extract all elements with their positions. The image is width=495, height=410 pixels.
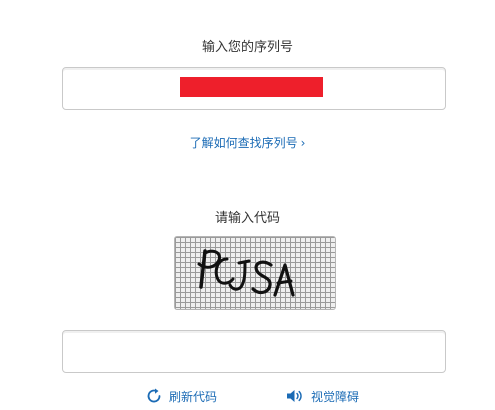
refresh-code-label: 刷新代码 (169, 389, 218, 404)
visual-impairment-audio-button[interactable]: 视觉障碍 (285, 386, 359, 406)
refresh-icon (147, 388, 161, 403)
visual-impairment-label: 视觉障碍 (311, 389, 360, 404)
chevron-right-icon: › (300, 136, 306, 150)
speaker-icon (287, 390, 302, 402)
refresh-code-button[interactable]: 刷新代码 (145, 386, 217, 406)
captcha-glyphs (197, 249, 295, 297)
serial-number-input[interactable] (62, 67, 446, 110)
redacted-serial-value (180, 77, 323, 97)
find-serial-help-label: 了解如何查找序列号 (189, 136, 298, 150)
captcha-code-label: 请输入代码 (214, 211, 280, 226)
captcha-code-input[interactable] (62, 330, 446, 373)
serial-number-label: 输入您的序列号 (201, 40, 293, 55)
find-serial-help-link[interactable]: 了解如何查找序列号 › (0, 134, 495, 151)
captcha-image (174, 236, 336, 310)
